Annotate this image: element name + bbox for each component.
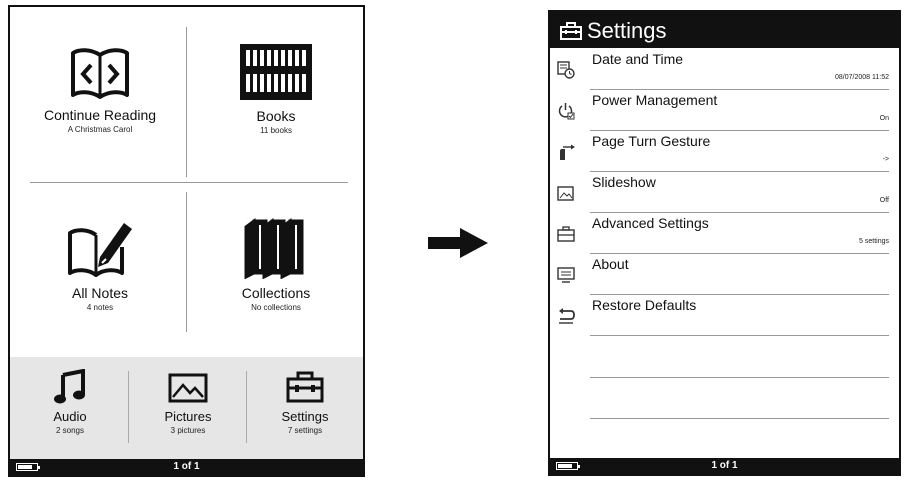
settings-item-label: Slideshow [592, 174, 656, 190]
settings-item-advanced-settings[interactable]: Advanced Settings 5 settings [550, 213, 899, 254]
toolbox-icon [286, 371, 324, 403]
home-screen: Continue Reading A Christmas Carol Books… [8, 5, 365, 477]
settings-item-value: 5 settings [859, 238, 889, 245]
settings-title: Settings [587, 18, 667, 44]
tile-title: Books [256, 108, 296, 124]
media-audio[interactable]: Audio 2 songs [12, 369, 128, 435]
settings-item-restore-defaults[interactable]: Restore Defaults [550, 295, 899, 336]
empty-row-divider [590, 418, 889, 419]
settings-item-label: Page Turn Gesture [592, 133, 711, 149]
slideshow-icon [557, 186, 574, 201]
picture-icon [168, 373, 208, 403]
toolbox-icon [560, 22, 582, 41]
grid-divider [186, 192, 187, 332]
tile-subtitle: 2 songs [55, 426, 85, 435]
grid-divider [186, 27, 187, 177]
settings-item-label: Restore Defaults [592, 297, 697, 313]
tile-title: All Notes [71, 285, 129, 301]
tile-subtitle: 11 books [260, 126, 292, 135]
settings-item-power-management[interactable]: Power Management On [550, 90, 899, 131]
tile-title: Collections [241, 285, 311, 301]
about-icon [557, 267, 575, 283]
settings-item-label: Advanced Settings [592, 215, 709, 231]
open-book-icon [71, 48, 129, 99]
bookshelf-icon [240, 44, 312, 100]
tile-subtitle: 3 pictures [170, 426, 206, 435]
tile-title: Settings [281, 409, 329, 424]
media-settings[interactable]: Settings 7 settings [247, 369, 363, 435]
media-pictures[interactable]: Pictures 3 pictures [130, 369, 246, 435]
page-indicator: 1 of 1 [173, 461, 200, 472]
tile-title: Audio [53, 409, 87, 424]
gesture-icon [560, 144, 575, 160]
restore-icon [559, 308, 575, 324]
collections-icon [244, 218, 304, 279]
row-divider [590, 335, 889, 336]
music-note-icon [54, 369, 85, 404]
page-indicator: 1 of 1 [711, 460, 738, 471]
tile-subtitle: No collections [251, 303, 301, 312]
settings-item-date-time[interactable]: Date and Time 08/07/2008 11:52 [550, 49, 899, 90]
status-bar: 1 of 1 [10, 459, 363, 475]
settings-item-value: On [879, 115, 889, 122]
tile-title: Continue Reading [43, 107, 157, 123]
settings-item-value: Off [879, 197, 889, 204]
calendar-clock-icon [557, 61, 575, 79]
settings-item-about[interactable]: About [550, 254, 899, 295]
tile-subtitle: 7 settings [287, 426, 323, 435]
notes-pen-icon [68, 223, 132, 277]
grid-divider [30, 182, 348, 183]
media-divider [128, 371, 129, 443]
settings-item-value: 08/07/2008 11:52 [835, 74, 889, 81]
tile-subtitle: 4 notes [86, 303, 114, 312]
toolbox-icon [557, 226, 575, 242]
settings-header: Settings [550, 12, 899, 48]
status-bar: 1 of 1 [550, 458, 899, 474]
tile-books[interactable]: Books 11 books [196, 42, 356, 135]
settings-item-label: About [592, 256, 629, 272]
settings-screen: Settings Date and Time 08/07/2008 11:52 … [548, 10, 901, 476]
settings-item-label: Date and Time [592, 51, 684, 67]
tile-collections[interactable]: Collections No collections [196, 217, 356, 312]
empty-row-divider [590, 377, 889, 378]
settings-item-label: Power Management [592, 92, 718, 108]
tile-continue-reading[interactable]: Continue Reading A Christmas Carol [20, 45, 180, 134]
settings-item-value: -> [882, 156, 889, 163]
settings-item-slideshow[interactable]: Slideshow Off [550, 172, 899, 213]
settings-item-page-turn-gesture[interactable]: Page Turn Gesture -> [550, 131, 899, 172]
tile-subtitle: A Christmas Carol [67, 125, 133, 134]
tile-all-notes[interactable]: All Notes 4 notes [20, 217, 180, 312]
power-icon [558, 103, 575, 120]
right-arrow-icon [428, 228, 488, 258]
tile-title: Pictures [164, 409, 212, 424]
